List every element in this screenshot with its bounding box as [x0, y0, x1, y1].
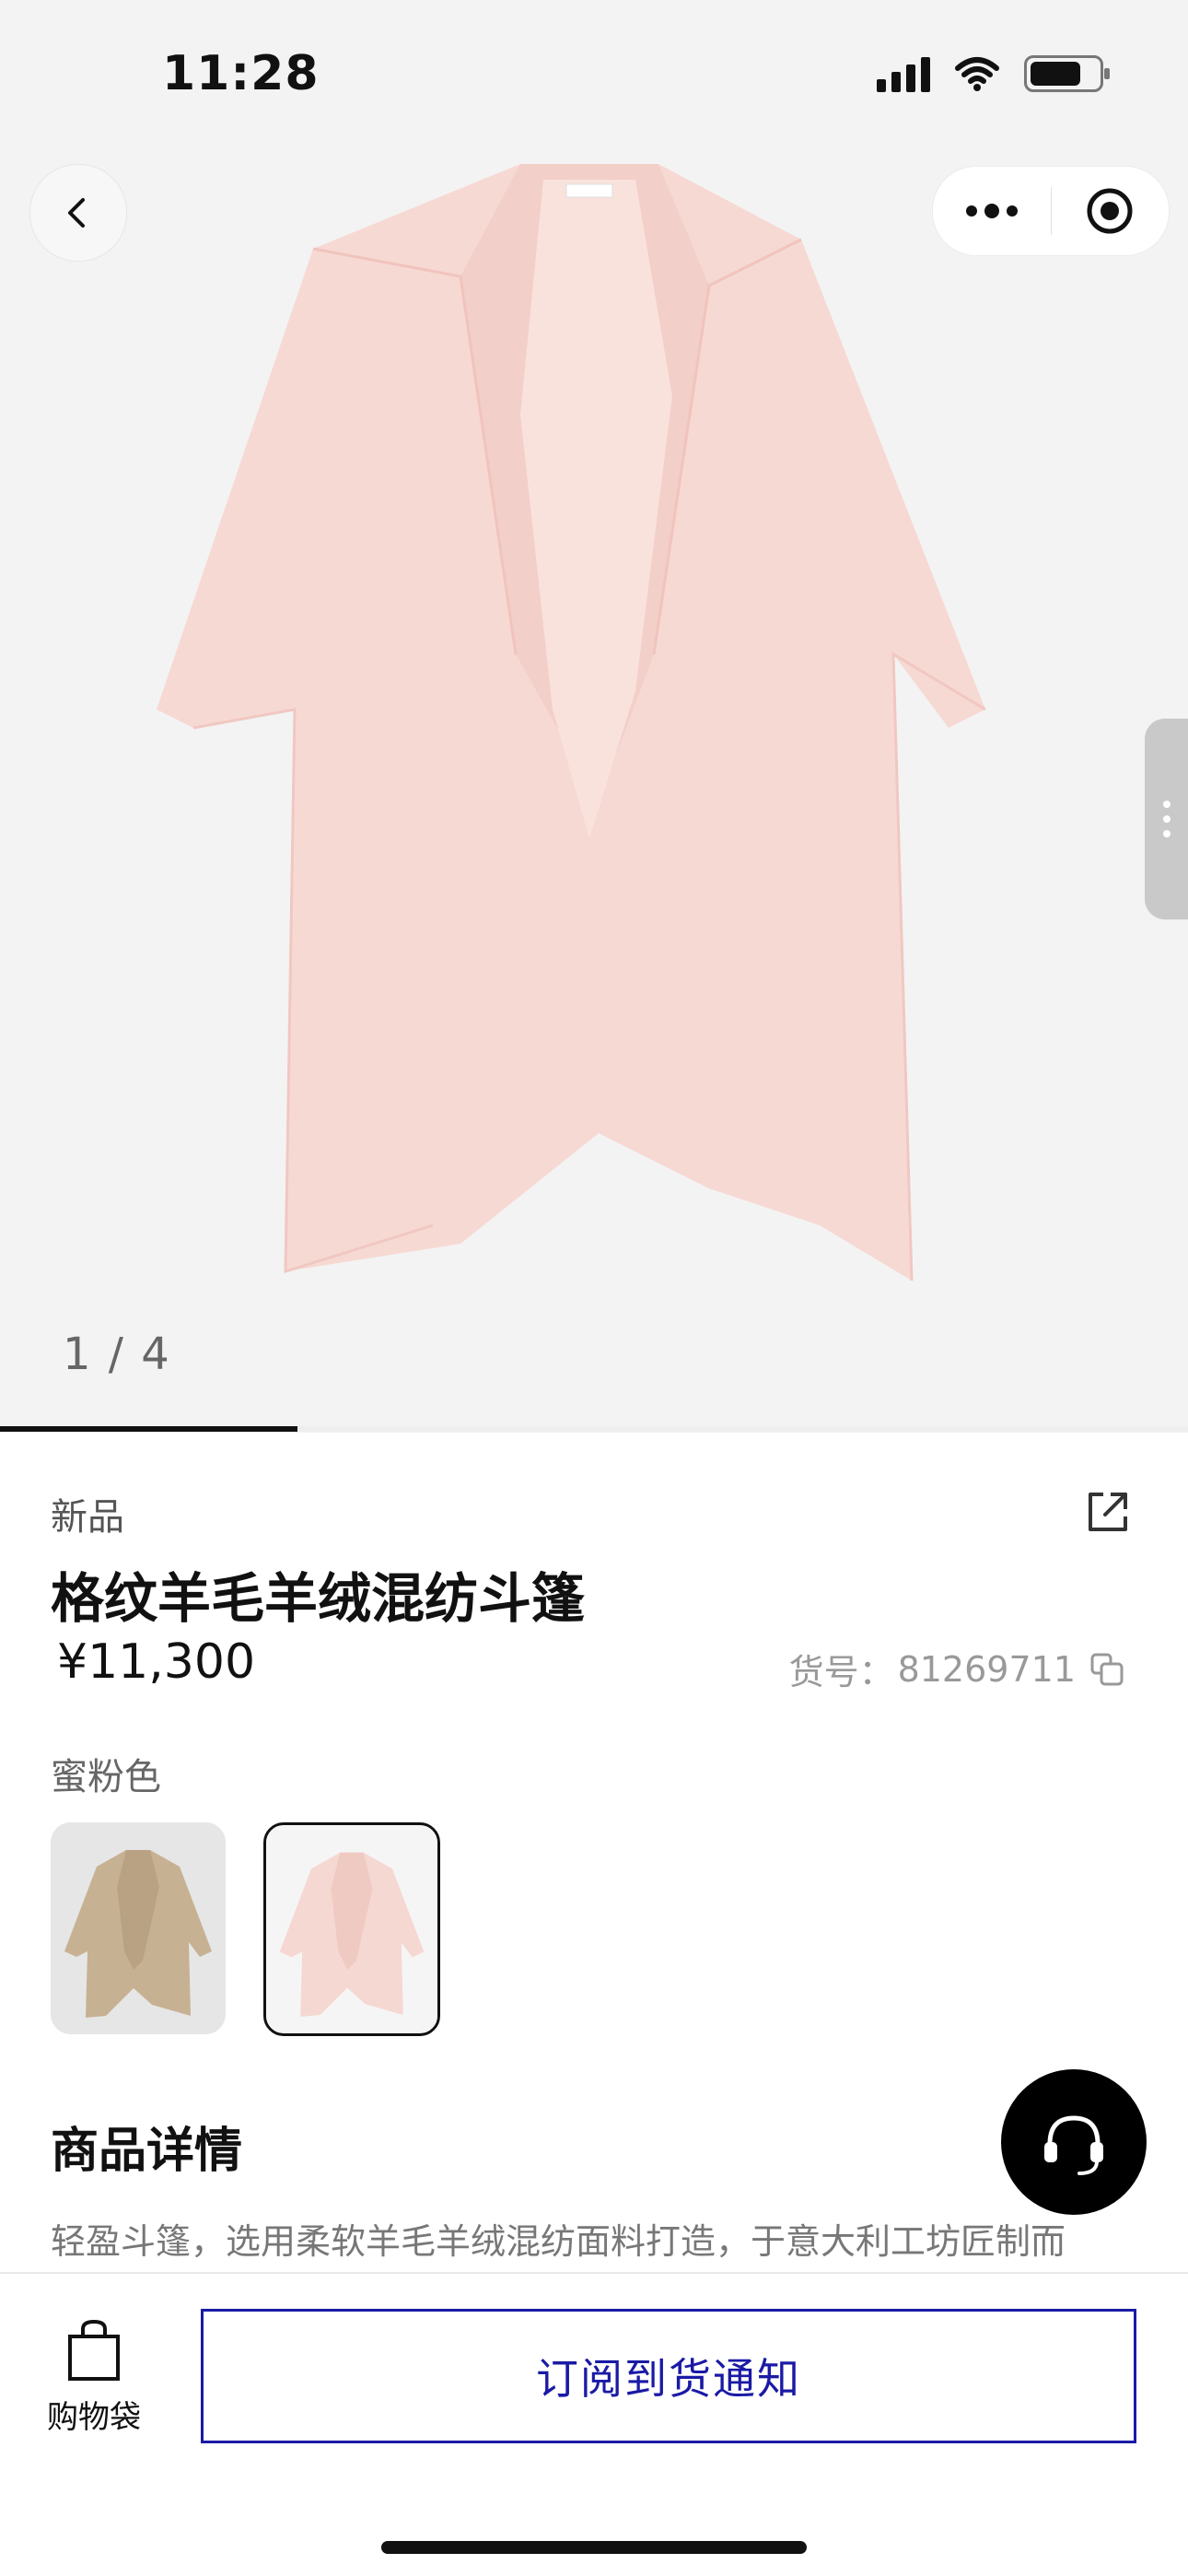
shopping-bag-icon — [68, 2319, 120, 2381]
status-icons — [877, 55, 1110, 92]
product-title: 格纹羊毛羊绒混纺斗篷 — [51, 1567, 586, 1630]
share-external-icon — [1089, 1493, 1127, 1531]
shopping-bag-label: 购物袋 — [47, 2399, 141, 2436]
wifi-icon — [955, 57, 999, 91]
gallery-progress-fill — [0, 1426, 297, 1432]
share-button[interactable] — [1083, 1487, 1133, 1537]
details-title: 商品详情 — [51, 2124, 243, 2179]
customer-service-button[interactable] — [1001, 2069, 1147, 2215]
product-image-cape — [157, 164, 986, 1282]
color-label: 蜜粉色 — [51, 1756, 161, 1798]
bottom-bar-divider — [0, 2272, 1188, 2274]
back-button[interactable] — [29, 164, 127, 262]
shopping-bag-button[interactable]: 购物袋 — [47, 2318, 141, 2437]
chevron-left-icon — [68, 198, 85, 228]
gallery-page-indicator: 1 / 4 — [63, 1329, 171, 1380]
status-time: 11:28 — [162, 46, 320, 101]
color-swatch-camel[interactable] — [51, 1822, 226, 2034]
details-text: 轻盈斗篷，选用柔软羊毛羊绒混纺面料打造，于意大利工坊匠制而 — [51, 2221, 1066, 2262]
close-program-button[interactable] — [1052, 167, 1170, 255]
swatch-image-pink — [266, 1825, 437, 2033]
product-sku: 货号： 81269711 — [789, 1644, 1125, 1694]
signal-icon — [877, 55, 930, 92]
new-tag: 新品 — [51, 1496, 124, 1539]
battery-icon — [1024, 55, 1110, 92]
product-price: ¥11,300 — [57, 1634, 256, 1690]
notify-restock-button[interactable]: 订阅到货通知 — [201, 2309, 1136, 2443]
color-swatch-pink[interactable] — [263, 1822, 440, 2036]
home-indicator — [381, 2541, 807, 2554]
swatch-image-camel — [51, 1822, 226, 2034]
side-drawer-handle[interactable] — [1145, 719, 1188, 919]
copy-icon[interactable] — [1089, 1651, 1125, 1688]
headset-icon — [1044, 2115, 1103, 2175]
sku-label: 货号： — [788, 1652, 894, 1692]
record-target-icon — [1087, 188, 1133, 234]
notify-restock-label: 订阅到货通知 — [536, 2354, 801, 2404]
sku-value: 81269711 — [897, 1648, 1076, 1690]
